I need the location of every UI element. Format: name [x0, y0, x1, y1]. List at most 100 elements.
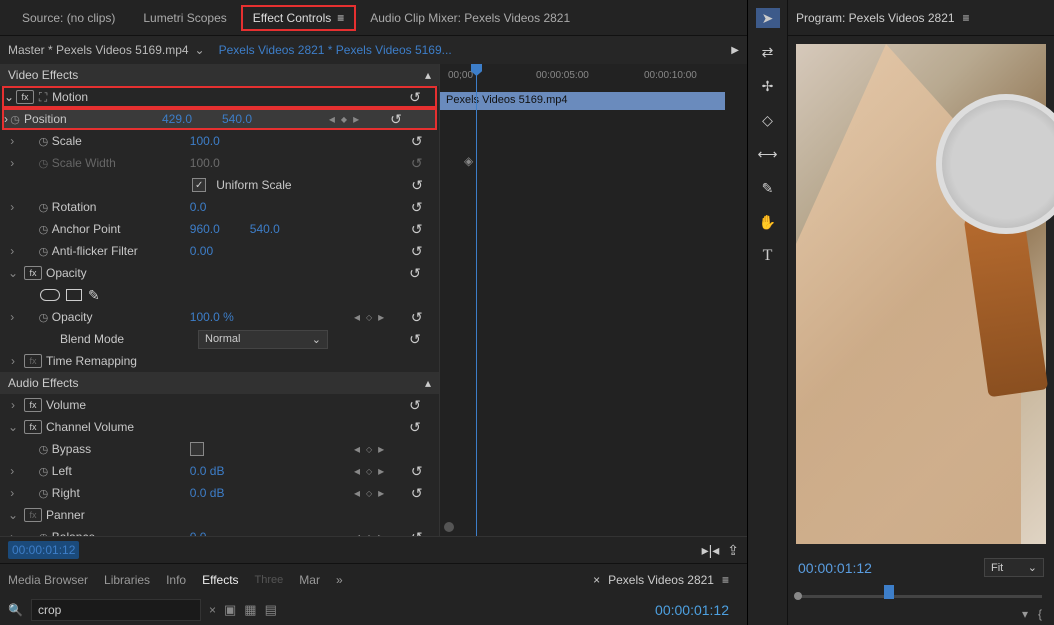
fx-badge-icon[interactable]: fx [24, 420, 42, 434]
in-out-icon[interactable]: { [1038, 607, 1042, 621]
bypass-checkbox[interactable] [190, 442, 204, 456]
position-row[interactable]: › ◷ Position 429.0 540.0 ◂ ◆ ▸ ↺ [2, 108, 437, 130]
reset-icon[interactable]: ↺ [411, 199, 423, 216]
collapse-icon[interactable]: ▴ [425, 68, 431, 82]
tab-info[interactable]: Info [166, 573, 186, 587]
sequence-timecode[interactable]: 00:00:01:12 [645, 598, 739, 622]
time-remapping-header[interactable]: › fx Time Remapping [0, 350, 439, 372]
clip-bar[interactable]: Pexels Videos 5169.mp4 [440, 92, 725, 110]
program-scrubber[interactable] [788, 583, 1054, 603]
channel-volume-header[interactable]: ⌄ fx Channel Volume ↺ [0, 416, 439, 438]
clear-search-icon[interactable]: × [209, 603, 216, 617]
stopwatch-icon[interactable]: ◷ [37, 223, 50, 236]
right-channel-row[interactable]: › ◷ Right 0.0 dB ◂◇▸ ↺ [0, 482, 439, 504]
add-keyframe-icon[interactable]: ◇ [366, 313, 372, 322]
video-effects-header[interactable]: Video Effects ▴ [0, 64, 439, 86]
position-y-value[interactable]: 540.0 [222, 112, 272, 126]
playback-icon[interactable]: ▸|◂ [702, 542, 720, 559]
opacity-value-row[interactable]: › ◷ Opacity 100.0 % ◂ ◇ ▸ ↺ [0, 306, 439, 328]
prev-keyframe-icon[interactable]: ◂ [329, 112, 335, 126]
anti-flicker-row[interactable]: › ◷ Anti-flicker Filter 0.00 ↺ [0, 240, 439, 262]
audio-effects-header[interactable]: Audio Effects ▴ [0, 372, 439, 394]
fx-badge-icon[interactable]: fx [24, 266, 42, 280]
effect-keyframe-timeline[interactable]: 00;00 00:00:05:00 00:00:10:00 Pexels Vid… [440, 64, 747, 536]
breadcrumb-sequence-link[interactable]: Pexels Videos 2821 * Pexels Videos 5169.… [219, 43, 452, 57]
stopwatch-icon[interactable]: ◷ [8, 113, 22, 126]
collapse-icon[interactable]: ▴ [425, 376, 431, 390]
tab-source[interactable]: Source: (no clips) [8, 5, 129, 31]
stopwatch-icon[interactable]: ◷ [37, 201, 50, 214]
panel-menu-icon[interactable]: ≡ [963, 11, 970, 25]
anchor-x-value[interactable]: 960.0 [190, 222, 240, 236]
keyframe-marker-icon[interactable]: ◈ [464, 154, 473, 168]
stopwatch-icon[interactable]: ◷ [37, 311, 50, 324]
fx-badge-icon[interactable]: fx [24, 354, 42, 368]
twirl-icon[interactable]: ⌄ [4, 90, 14, 104]
stopwatch-icon[interactable]: ◷ [37, 487, 50, 500]
marker-icon[interactable]: ▾ [1022, 607, 1028, 621]
anchor-y-value[interactable]: 540.0 [250, 222, 300, 236]
stopwatch-icon[interactable]: ◷ [37, 135, 50, 148]
fx-badge-icon[interactable]: fx [24, 398, 42, 412]
yuv-icon[interactable]: ▤ [265, 602, 277, 618]
uniform-scale-checkbox[interactable]: ✓ [192, 178, 206, 192]
playhead-line[interactable] [476, 64, 477, 536]
blend-mode-select[interactable]: Normal ⌄ [198, 330, 328, 349]
ripple-tool-icon[interactable]: ⇄ [756, 42, 780, 62]
crop-tool-icon[interactable]: ◇ [756, 110, 780, 130]
tab-markers[interactable]: Mar [299, 573, 320, 587]
motion-effect-header[interactable]: ⌄ fx ⛶ Motion ↺ [2, 86, 437, 108]
reset-icon[interactable]: ↺ [409, 89, 421, 106]
chevron-down-icon[interactable]: ⌄ [195, 43, 205, 57]
reset-icon[interactable]: ↺ [411, 485, 423, 502]
tab-effects[interactable]: Effects [202, 573, 238, 587]
rotation-value[interactable]: 0.0 [190, 200, 240, 214]
panner-header[interactable]: ⌄ fx Panner [0, 504, 439, 526]
breadcrumb-master[interactable]: Master * Pexels Videos 5169.mp4 [8, 43, 189, 57]
program-monitor[interactable] [796, 44, 1046, 544]
reset-icon[interactable]: ↺ [409, 419, 421, 436]
scrub-start-icon[interactable] [794, 592, 802, 600]
right-value[interactable]: 0.0 dB [190, 486, 240, 500]
close-icon[interactable]: × [593, 573, 600, 587]
uniform-scale-row[interactable]: ✓ Uniform Scale ↺ [0, 174, 439, 196]
timeline-ruler[interactable]: 00;00 00:00:05:00 00:00:10:00 [440, 64, 747, 94]
eyedropper-icon[interactable]: ✎ [756, 178, 780, 198]
reset-icon[interactable]: ↺ [411, 529, 423, 537]
tab-lumetri-scopes[interactable]: Lumetri Scopes [129, 5, 240, 31]
position-x-value[interactable]: 429.0 [162, 112, 212, 126]
left-value[interactable]: 0.0 dB [190, 464, 240, 478]
reset-icon[interactable]: ↺ [409, 397, 421, 414]
tab-effect-controls[interactable]: Effect Controls ≡ [241, 5, 357, 31]
balance-row[interactable]: › ◷ Balance 0.0 ◂◇▸ ↺ [0, 526, 439, 536]
reset-icon[interactable]: ↺ [411, 221, 423, 238]
program-title[interactable]: Program: Pexels Videos 2821 [796, 11, 955, 25]
opacity-value[interactable]: 100.0 % [190, 310, 240, 324]
bypass-row[interactable]: ◷ Bypass ◂◇▸ [0, 438, 439, 460]
zoom-fit-select[interactable]: Fit ⌄ [984, 558, 1044, 577]
reset-icon[interactable]: ↺ [409, 331, 421, 348]
reset-icon[interactable]: ↺ [411, 309, 423, 326]
stopwatch-icon[interactable]: ◷ [37, 465, 50, 478]
stopwatch-icon[interactable]: ◷ [37, 245, 50, 258]
program-playhead-icon[interactable] [884, 585, 894, 599]
rect-mask-icon[interactable] [66, 289, 82, 301]
reset-icon[interactable]: ↺ [411, 463, 423, 480]
pen-mask-icon[interactable]: ✎ [88, 287, 100, 304]
volume-effect-header[interactable]: › fx Volume ↺ [0, 394, 439, 416]
scale-row[interactable]: › ◷ Scale 100.0 ↺ [0, 130, 439, 152]
blend-mode-row[interactable]: Blend Mode Normal ⌄ ↺ [0, 328, 439, 350]
next-keyframe-icon[interactable]: ▸ [378, 310, 384, 324]
add-keyframe-icon[interactable]: ◆ [341, 115, 347, 124]
scale-value[interactable]: 100.0 [190, 134, 240, 148]
search-input[interactable] [31, 599, 201, 621]
panel-menu-icon[interactable]: ≡ [337, 11, 344, 25]
tab-libraries[interactable]: Libraries [104, 573, 150, 587]
opacity-effect-header[interactable]: ⌄ fx Opacity ↺ [0, 262, 439, 284]
scroll-thumb[interactable] [444, 522, 454, 532]
prev-keyframe-icon[interactable]: ◂ [354, 310, 360, 324]
type-tool-icon[interactable]: T [756, 246, 780, 266]
rotation-row[interactable]: › ◷ Rotation 0.0 ↺ [0, 196, 439, 218]
panel-menu-icon[interactable]: ≡ [722, 573, 729, 587]
stopwatch-icon[interactable]: ◷ [37, 443, 50, 456]
